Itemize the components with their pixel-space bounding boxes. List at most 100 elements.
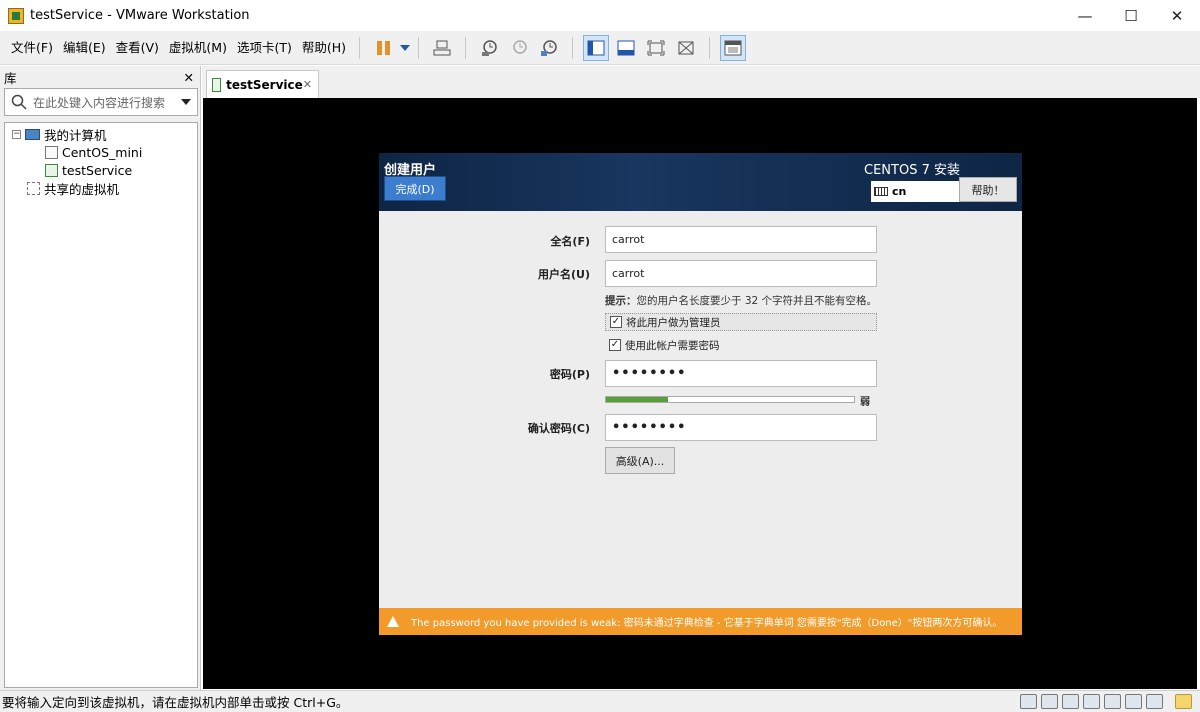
library-search-input[interactable]: 在此处键入内容进行搜索 — [33, 94, 181, 111]
network-adapter-icon[interactable] — [1062, 694, 1079, 709]
clock-snapshot-icon — [482, 39, 497, 56]
product-title: CENTOS 7 安装 — [864, 163, 960, 178]
help-button[interactable]: 帮助！ — [959, 177, 1017, 202]
password-field[interactable]: •••••••• — [605, 360, 877, 387]
toolbar-separator — [465, 36, 467, 59]
keyboard-layout-indicator[interactable]: cn — [871, 181, 959, 202]
tree-item-my-computer[interactable]: − 我的计算机 — [5, 125, 197, 143]
tab-strip: testService ✕ — [202, 66, 1200, 98]
toolbar-separator — [359, 36, 361, 59]
sound-card-icon[interactable] — [1104, 694, 1121, 709]
confirm-password-label: 确认密码(C) — [527, 422, 590, 435]
hint-prefix: 提示： — [605, 295, 637, 307]
tree-item-label: CentOS_mini — [62, 144, 143, 160]
printer-icon[interactable] — [1125, 694, 1142, 709]
toolbar-separator — [418, 36, 420, 59]
status-text: 要将输入定向到该虚拟机，请在虚拟机内部单击或按 Ctrl+G。 — [2, 695, 349, 710]
minimize-button[interactable]: — — [1062, 0, 1108, 31]
toolbar-separator — [709, 36, 711, 59]
search-dropdown-icon[interactable] — [181, 99, 191, 105]
network-send-icon — [433, 40, 451, 55]
console-view-button[interactable] — [720, 34, 747, 61]
checkmark-icon: ✓ — [610, 316, 622, 328]
console-view-icon — [724, 40, 742, 55]
done-button[interactable]: 完成(D) — [384, 176, 446, 201]
tree-item-label: 我的计算机 — [44, 127, 107, 143]
vm-running-icon — [212, 77, 222, 92]
cd-dvd-icon[interactable] — [1041, 694, 1058, 709]
hard-disk-icon[interactable] — [1020, 694, 1037, 709]
library-close-icon[interactable]: ✕ — [184, 70, 194, 85]
menu-toolbar: 文件(F) 编辑(E) 查看(V) 虚拟机(M) 选项卡(T) 帮助(H) — [0, 31, 1200, 65]
password-strength-bar — [605, 396, 855, 403]
username-field[interactable]: carrot — [605, 260, 877, 287]
require-password-label: 使用此帐户需要密码 — [625, 339, 720, 352]
tree-item-label: testService — [62, 162, 133, 178]
full-screen-button[interactable] — [643, 35, 669, 61]
close-button[interactable]: ✕ — [1154, 0, 1200, 31]
device-status-icons — [1016, 694, 1192, 709]
keyboard-layout-value: cn — [892, 185, 907, 198]
snapshot-revert-button[interactable] — [506, 35, 532, 61]
library-title: 库 — [4, 70, 17, 86]
usb-controller-icon[interactable] — [1083, 694, 1100, 709]
library-header: 库 ✕ — [0, 66, 200, 88]
snapshot-manager-button[interactable] — [536, 35, 562, 61]
username-hint: 提示：您的用户名长度要少于 32 个字符并且不能有空格。 — [605, 293, 877, 308]
menu-edit[interactable]: 编辑(E) — [58, 37, 111, 59]
confirm-password-field[interactable]: •••••••• — [605, 414, 877, 441]
hint-text: 您的用户名长度要少于 32 个字符并且不能有空格。 — [636, 295, 878, 307]
vm-running-icon — [45, 163, 58, 177]
maximize-button[interactable]: ☐ — [1108, 0, 1154, 31]
centos-installer-window: 创建用户 完成(D) CENTOS 7 安装 cn 帮助！ 全名(F) carr… — [379, 153, 1022, 635]
shared-vm-icon — [27, 181, 40, 195]
computer-icon — [25, 128, 40, 140]
search-icon — [11, 94, 27, 110]
password-value: •••••••• — [612, 366, 687, 381]
library-search-box[interactable]: 在此处键入内容进行搜索 — [4, 88, 198, 116]
fullname-field[interactable]: carrot — [605, 226, 877, 253]
warning-icon — [387, 616, 399, 627]
menu-view[interactable]: 查看(V) — [111, 37, 164, 59]
vmware-app-icon — [8, 7, 24, 24]
tree-item-testservice[interactable]: testService — [5, 161, 197, 179]
weak-password-warning: The password you have provided is weak: … — [379, 608, 1022, 635]
tab-testservice[interactable]: testService ✕ — [206, 70, 319, 98]
title-bar: testService - VMware Workstation — ☐ ✕ — [0, 0, 1200, 31]
require-password-checkbox[interactable]: ✓ 使用此帐户需要密码 — [605, 336, 877, 354]
tab-label: testService — [226, 77, 303, 92]
window-controls: — ☐ ✕ — [1062, 0, 1200, 31]
fullname-label: 全名(F) — [550, 235, 590, 248]
menu-file[interactable]: 文件(F) — [6, 37, 58, 59]
vm-console[interactable]: 创建用户 完成(D) CENTOS 7 安装 cn 帮助！ 全名(F) carr… — [203, 98, 1197, 689]
library-tree: − 我的计算机 CentOS_mini testService 共享的虚拟机 — [4, 122, 198, 688]
password-label: 密码(P) — [549, 368, 590, 381]
status-bar: 要将输入定向到该虚拟机，请在虚拟机内部单击或按 Ctrl+G。 — [0, 690, 1200, 712]
send-ctrl-alt-del-button[interactable] — [429, 35, 455, 61]
bottom-bar-layout-icon — [617, 40, 635, 55]
unity-button[interactable] — [673, 35, 699, 61]
snapshot-take-button[interactable] — [476, 35, 502, 61]
tree-item-label: 共享的虚拟机 — [44, 181, 120, 197]
pause-button[interactable] — [370, 35, 396, 61]
confirm-password-value: •••••••• — [612, 420, 687, 435]
username-label: 用户名(U) — [538, 268, 590, 281]
message-log-icon[interactable] — [1175, 694, 1192, 709]
advanced-button[interactable]: 高级(A)... — [605, 447, 675, 474]
menu-vm[interactable]: 虚拟机(M) — [164, 37, 232, 59]
display-icon[interactable] — [1146, 694, 1163, 709]
thumbnail-bar-button[interactable] — [613, 35, 639, 61]
tab-close-icon[interactable]: ✕ — [303, 78, 312, 91]
installer-header: 创建用户 完成(D) CENTOS 7 安装 cn 帮助！ — [379, 153, 1022, 211]
admin-checkbox[interactable]: ✓ 将此用户做为管理员 — [605, 313, 877, 331]
collapse-toggle-icon[interactable]: − — [12, 129, 21, 139]
admin-checkbox-label: 将此用户做为管理员 — [626, 316, 721, 329]
tree-item-shared-vms[interactable]: 共享的虚拟机 — [5, 179, 197, 197]
tree-item-centos-mini[interactable]: CentOS_mini — [5, 143, 197, 161]
menu-help[interactable]: 帮助(H) — [297, 37, 351, 59]
power-dropdown-icon[interactable] — [400, 44, 411, 51]
password-strength-fill — [606, 397, 668, 402]
show-library-button[interactable] — [583, 34, 610, 61]
clock-revert-icon — [513, 39, 527, 54]
menu-tabs[interactable]: 选项卡(T) — [232, 37, 297, 59]
